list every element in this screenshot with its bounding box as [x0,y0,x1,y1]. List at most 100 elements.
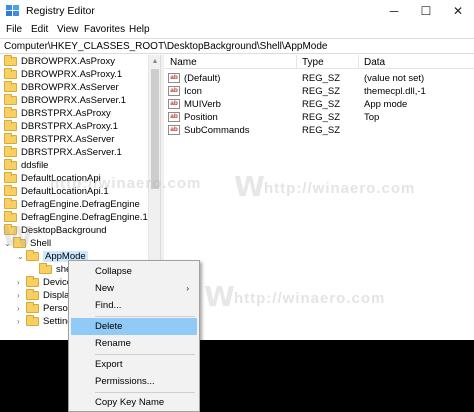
tree-item[interactable]: she [39,263,71,276]
menu-file[interactable]: File [6,24,22,35]
value-row[interactable]: ab SubCommands REG_SZ [164,124,474,137]
close-icon: ✕ [452,4,464,18]
menu-item-rename[interactable]: Rename [71,335,197,352]
folder-icon [4,120,17,131]
menu-item-new[interactable]: New › [71,280,197,297]
menu-item-label: Export [95,359,123,370]
address-path: Computer\HKEY_CLASSES_ROOT\DesktopBackgr… [4,41,328,52]
tree-item[interactable]: DBRSTPRX.AsServer [4,133,114,146]
tree-item-label: DBROWPRX.AsProxy.1 [21,69,123,80]
folder-icon [26,289,39,300]
folder-icon [4,68,17,79]
tree-item-label: DBROWPRX.AsServer.1 [21,95,127,106]
tree-item[interactable]: › Setting [17,315,73,328]
value-name: Position [184,112,218,123]
chevron-down-icon[interactable]: ⌄ [17,252,26,261]
string-value-icon: ab [168,73,180,83]
menu-item-export[interactable]: Export [71,356,197,373]
menu-item-find[interactable]: Find... [71,297,197,314]
folder-icon [4,159,17,170]
tree-item[interactable]: › Person [17,302,73,315]
tree-item[interactable]: ddsfile [4,159,48,172]
tree-item-label: DefragEngine.DefragEngine [21,199,140,210]
column-separator[interactable] [358,55,359,69]
value-type: REG_SZ [302,99,341,110]
tree-item[interactable]: DBROWPRX.AsProxy.1 [4,68,122,81]
folder-icon [26,250,39,261]
menu-separator [95,316,195,317]
value-data: (value not set) [364,73,425,84]
menu-item-label: Permissions... [95,376,155,387]
menu-separator [95,392,195,393]
menu-edit[interactable]: Edit [31,24,48,35]
minimize-icon: ─ [389,4,399,18]
menu-item-label: New [95,283,115,294]
menu-separator [95,354,195,355]
menu-item-collapse[interactable]: Collapse [71,263,197,280]
value-row[interactable]: ab Icon REG_SZ themecpl.dll,-1 [164,85,474,98]
string-value-icon: ab [168,125,180,135]
value-data: themecpl.dll,-1 [364,86,426,97]
tree-item[interactable]: DBROWPRX.AsProxy [4,55,115,68]
tree-item[interactable]: DBRSTPRX.AsProxy.1 [4,120,118,133]
tree-item-label: DBROWPRX.AsProxy [21,56,115,67]
menu-help[interactable]: Help [129,24,150,35]
close-button[interactable]: ✕ [442,0,474,22]
maximize-button[interactable]: ☐ [410,0,442,22]
folder-icon [39,263,52,274]
value-type: REG_SZ [302,125,341,136]
watermark-text: http://winaero.com [50,175,202,192]
chevron-right-icon[interactable]: › [17,278,26,287]
chevron-right-icon[interactable]: › [17,291,26,300]
folder-icon [4,94,17,105]
folder-icon [4,107,17,118]
folder-icon [4,81,17,92]
tree-item[interactable]: DBRSTPRX.AsProxy [4,107,111,120]
menu-item-label: Delete [95,321,123,332]
value-type: REG_SZ [302,73,341,84]
tree-item[interactable]: DBROWPRX.AsServer [4,81,119,94]
folder-icon [4,133,17,144]
address-bar[interactable]: Computer\HKEY_CLASSES_ROOT\DesktopBackgr… [0,38,474,54]
menu-favorites[interactable]: Favorites [84,24,125,35]
tree-item-label: DBRSTPRX.AsServer [21,134,115,145]
menu-item-copy-key-name[interactable]: Copy Key Name [71,394,197,411]
value-row[interactable]: ab (Default) REG_SZ (value not set) [164,72,474,85]
menu-view[interactable]: View [57,24,79,35]
column-data-header[interactable]: Data [364,57,385,68]
menu-item-delete[interactable]: Delete [71,318,197,335]
value-type: REG_SZ [302,112,341,123]
value-row[interactable]: ab Position REG_SZ Top [164,111,474,124]
scrollbar-thumb[interactable] [151,69,159,189]
menu-item-label: Copy Key Name [95,397,165,408]
tree-item-label: DBRSTPRX.AsProxy.1 [21,121,118,132]
maximize-icon: ☐ [420,4,432,18]
tree-item-label: DBRSTPRX.AsServer.1 [21,147,122,158]
context-menu: Collapse New › Find... Delete Rename Expo… [68,260,200,412]
menu-bar: File Edit View Favorites Help [0,22,474,38]
menu-item-label: Find... [95,300,122,311]
tree-item[interactable]: DefragEngine.DefragEngine [4,198,140,211]
watermark-logo: W [2,220,33,253]
value-name: (Default) [184,73,221,84]
watermark-logo: W [234,170,265,203]
chevron-right-icon[interactable]: › [17,304,26,313]
column-name-header[interactable]: Name [170,57,197,68]
value-type: REG_SZ [302,86,341,97]
tree-item[interactable]: DBRSTPRX.AsServer.1 [4,146,122,159]
value-row[interactable]: ab MUIVerb REG_SZ App mode [164,98,474,111]
tree-item[interactable]: › Device [17,276,72,289]
values-header: Name Type Data [164,55,474,69]
column-type-header[interactable]: Type [302,57,324,68]
tree-item[interactable]: DBROWPRX.AsServer.1 [4,94,126,107]
title-bar: Registry Editor ─ ☐ ✕ [0,0,474,22]
column-separator[interactable] [296,55,297,69]
menu-item-label: Rename [95,338,131,349]
menu-item-label: Collapse [95,266,132,277]
watermark-text: http://winaero.com [264,180,416,197]
menu-item-permissions[interactable]: Permissions... [71,373,197,390]
value-name: SubCommands [184,125,250,136]
tree-item[interactable]: › Display [17,289,74,302]
minimize-button[interactable]: ─ [378,0,410,22]
chevron-right-icon[interactable]: › [17,317,26,326]
